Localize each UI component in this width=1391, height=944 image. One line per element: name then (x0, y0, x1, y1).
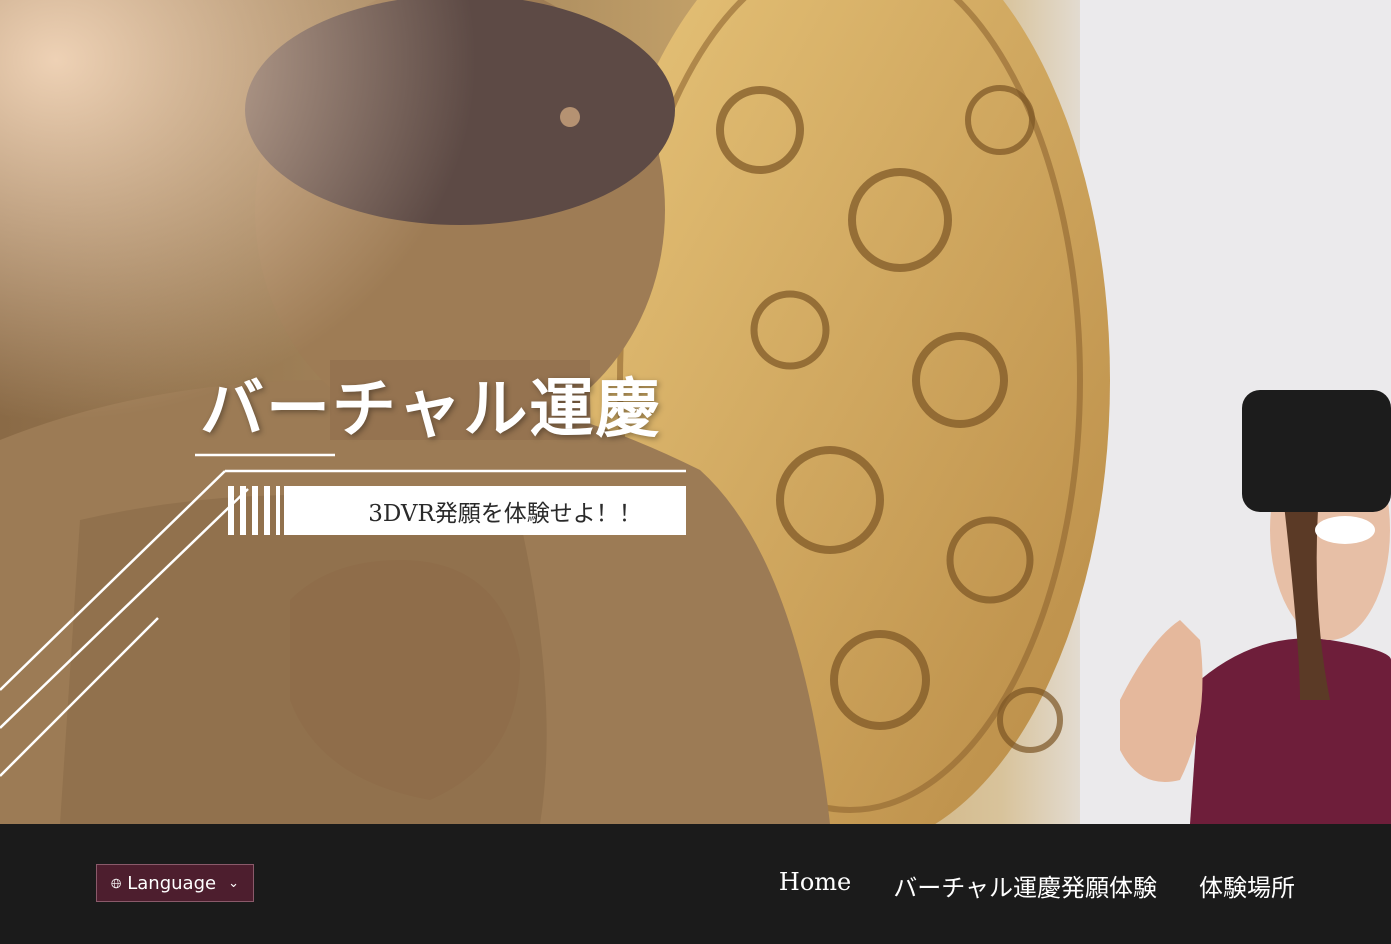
hero-title: バーチャル運慶 (200, 372, 662, 447)
nav-virtual-unkei-experience[interactable]: バーチャル運慶発願体験 (893, 868, 1157, 903)
tagline-box: 3DVR発願を体験せよ！！ (284, 486, 686, 535)
main-nav: Home バーチャル運慶発願体験 体験場所 (779, 868, 1295, 903)
language-label: Language (127, 872, 217, 894)
nav-home[interactable]: Home (779, 868, 851, 903)
navigation-bar: Language ⌄ Home バーチャル運慶発願体験 体験場所 (0, 824, 1391, 944)
tagline: 3DVR発願を体験せよ！！ (368, 500, 642, 527)
chevron-down-icon: ⌄ (228, 875, 239, 891)
hero-banner: バーチャル運慶 3DVR発願を体験せよ！！ (0, 0, 1391, 824)
globe-icon (111, 878, 121, 888)
language-selector[interactable]: Language ⌄ (96, 864, 254, 902)
nav-experience-location[interactable]: 体験場所 (1199, 868, 1295, 903)
